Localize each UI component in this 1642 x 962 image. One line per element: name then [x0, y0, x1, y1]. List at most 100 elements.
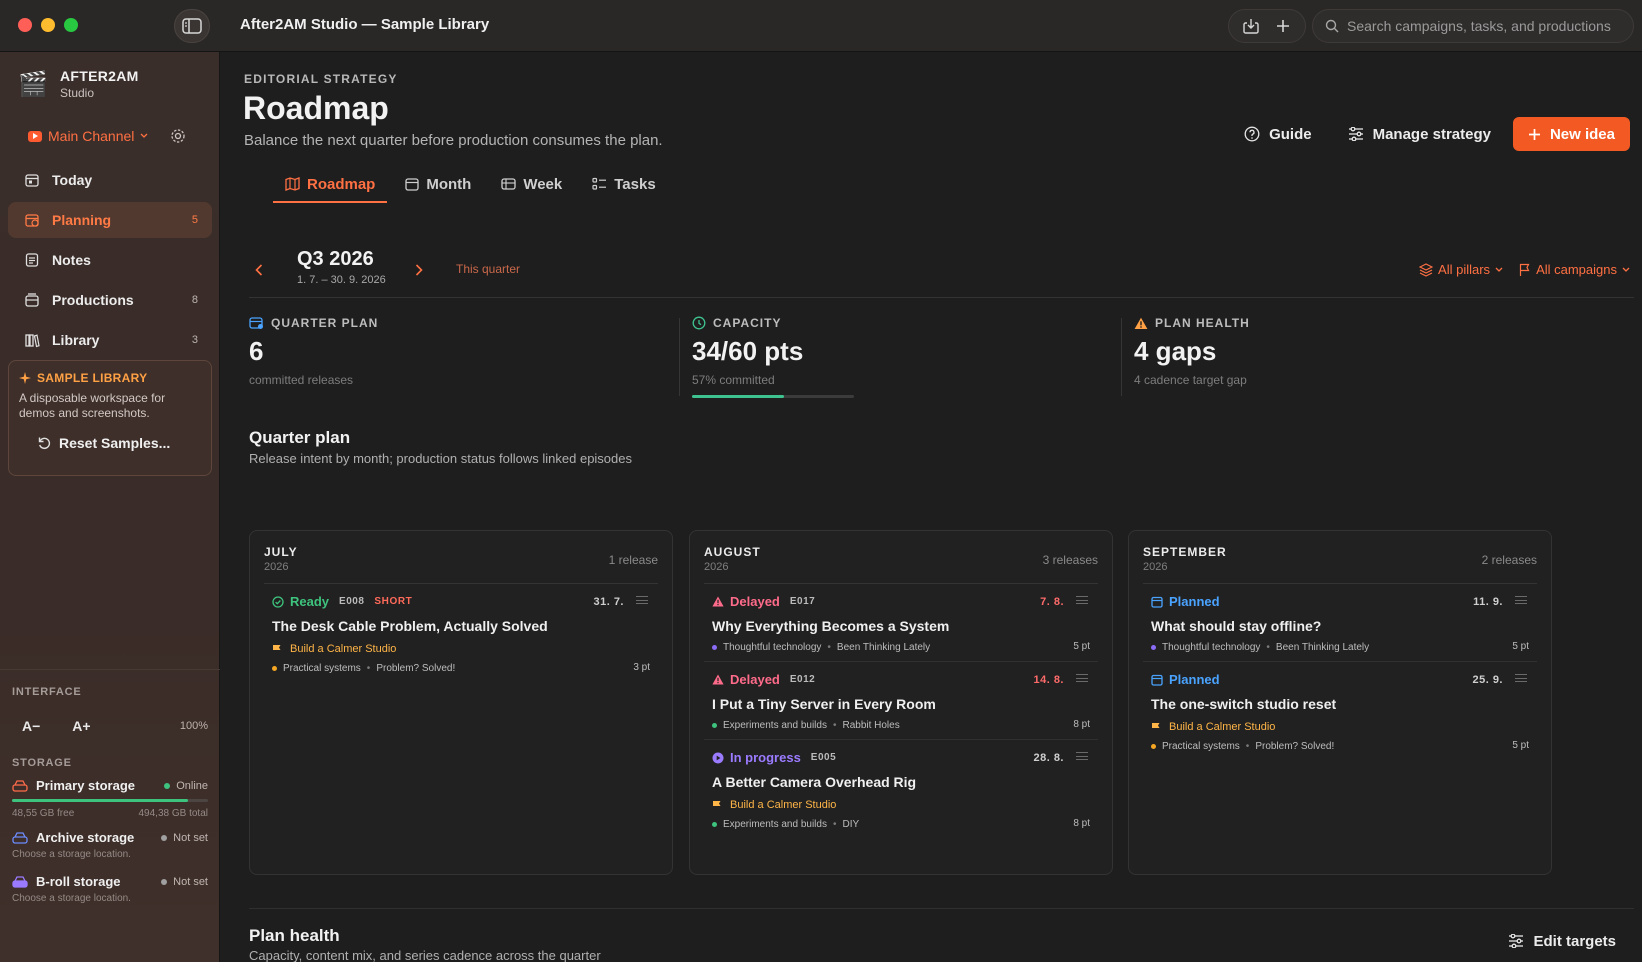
release-pillar: Practical systems [1162, 741, 1240, 752]
storage-item-primary[interactable]: Primary storage Online 48,55 GB free 494… [12, 778, 208, 819]
release-date: 11. 9. [1473, 596, 1503, 608]
import-button[interactable] [1238, 13, 1264, 39]
plus-icon [1277, 20, 1289, 32]
sidebar-item-planning[interactable]: Planning 5 [8, 202, 212, 238]
minimize-window-button[interactable] [41, 18, 55, 32]
tab-roadmap[interactable]: Roadmap [273, 167, 388, 203]
flag-icon [1519, 263, 1530, 276]
tab-tasks[interactable]: Tasks [580, 167, 667, 203]
capacity-bar [692, 395, 854, 398]
calendar-today-icon [22, 172, 42, 188]
campaigns-filter[interactable]: All campaigns [1519, 262, 1630, 277]
channel-settings-button[interactable] [170, 128, 186, 149]
sidebar-toggle-button[interactable] [174, 9, 210, 43]
release-card[interactable]: Delayed E012 14. 8. I Put a Tiny Server … [704, 662, 1098, 740]
search-field[interactable] [1312, 9, 1634, 43]
channel-selector[interactable]: Main Channel [28, 128, 148, 144]
month-year: 2026 [264, 561, 289, 573]
decrease-font-button[interactable]: A− [22, 718, 40, 734]
chevron-down-icon [1495, 267, 1503, 272]
month-release-count: 2 releases [1481, 553, 1537, 567]
release-card[interactable]: Ready E008 SHORT 31. 7. The Desk Cable P… [264, 584, 658, 682]
month-columns: JULY 2026 1 release Ready E008 SHORT 31.… [249, 530, 1634, 875]
release-pillar: Experiments and builds [723, 819, 827, 830]
drag-handle-icon[interactable] [1076, 674, 1088, 682]
page-title: Roadmap [243, 90, 389, 126]
previous-quarter-button[interactable] [255, 260, 263, 281]
zoom-window-button[interactable] [64, 18, 78, 32]
stat-value: 6 [249, 336, 264, 366]
tab-week[interactable]: Week [489, 167, 574, 203]
status-dot [164, 782, 171, 789]
calendar-stack-icon [249, 317, 263, 329]
plus-icon [1528, 128, 1540, 140]
drag-handle-icon[interactable] [636, 596, 648, 604]
release-card[interactable]: In progress E005 28. 8. A Better Camera … [704, 740, 1098, 838]
release-title: I Put a Tiny Server in Every Room [712, 696, 936, 712]
sidebar-item-productions[interactable]: Productions 8 [8, 282, 212, 318]
release-date: 25. 9. [1472, 674, 1503, 686]
storage-item-archive[interactable]: Archive storage Not set Choose a storage… [12, 830, 208, 860]
meta-separator: • [827, 642, 831, 653]
storage-item-broll[interactable]: B-roll storage Not set Choose a storage … [12, 874, 208, 904]
add-button[interactable] [1270, 13, 1296, 39]
header-actions: Guide Manage strategy New idea [1230, 117, 1630, 151]
sidebar-item-today[interactable]: Today [8, 162, 212, 198]
release-code: E005 [810, 752, 837, 763]
plan-health-title: Plan health [249, 926, 340, 945]
stat-quarter-plan: QUARTER PLAN 6 committed releases [249, 316, 378, 396]
pillars-filter-label: All pillars [1438, 262, 1491, 277]
storage-usage-bar [12, 799, 208, 802]
pillars-filter[interactable]: All pillars [1419, 262, 1503, 277]
release-title: The Desk Cable Problem, Actually Solved [272, 618, 548, 634]
release-title: Why Everything Becomes a System [712, 618, 950, 634]
release-campaign: Build a Calmer Studio [1151, 721, 1529, 733]
edit-targets-button[interactable]: Edit targets [1494, 926, 1630, 956]
release-card[interactable]: Planned 25. 9. The one-switch studio res… [1143, 662, 1537, 760]
sidebar-item-notes[interactable]: Notes [8, 242, 212, 278]
sidebar-item-count: 8 [191, 294, 198, 306]
period-name: Q3 2026 [297, 248, 374, 270]
stat-value: 4 gaps [1134, 336, 1217, 366]
close-window-button[interactable] [18, 18, 32, 32]
flag-icon [1152, 722, 1160, 733]
drag-handle-icon[interactable] [1515, 596, 1527, 604]
storage-status: Online [164, 780, 208, 792]
reset-samples-button[interactable]: Reset Samples... [37, 435, 201, 451]
tab-label: Month [426, 175, 472, 193]
drag-handle-icon[interactable] [1515, 674, 1527, 682]
pillar-dot [1151, 645, 1156, 650]
tab-label: Roadmap [307, 175, 376, 193]
sparkle-icon [19, 372, 31, 384]
drag-handle-icon[interactable] [1076, 596, 1088, 604]
drag-handle-icon[interactable] [1076, 752, 1088, 760]
page-subtitle: Balance the next quarter before producti… [244, 132, 663, 149]
next-quarter-button[interactable] [415, 260, 423, 281]
workspace-switcher[interactable]: 🎬 AFTER2AM Studio [18, 68, 139, 100]
main-content: EDITORIAL STRATEGY Roadmap Balance the n… [221, 52, 1642, 962]
flag-icon [713, 800, 721, 811]
this-quarter-button[interactable]: This quarter [456, 262, 520, 276]
release-card[interactable]: Planned 11. 9. What should stay offline?… [1143, 584, 1537, 662]
sample-library-title: SAMPLE LIBRARY [37, 371, 148, 385]
manage-strategy-button[interactable]: Manage strategy [1334, 117, 1505, 151]
stat-label: CAPACITY [713, 316, 782, 330]
release-card[interactable]: Delayed E017 7. 8. Why Everything Become… [704, 584, 1098, 662]
tab-label: Tasks [614, 175, 656, 193]
stat-divider [679, 318, 680, 396]
search-input[interactable] [1347, 18, 1627, 34]
storage-section-label: STORAGE [12, 757, 72, 769]
capacity-fill [692, 395, 785, 398]
release-date: 14. 8. [1033, 674, 1064, 686]
release-code: E008 [339, 596, 365, 607]
tab-month[interactable]: Month [393, 167, 483, 203]
release-points: 5 pt [1512, 740, 1529, 751]
notes-icon [22, 252, 42, 268]
release-status: In progress [730, 750, 801, 765]
guide-button[interactable]: Guide [1230, 117, 1326, 151]
stat-capacity: CAPACITY 34/60 pts 57% committed [692, 316, 854, 398]
release-pillar: Practical systems [283, 663, 361, 674]
sidebar-item-library[interactable]: Library 3 [8, 322, 212, 358]
increase-font-button[interactable]: A+ [72, 718, 90, 734]
new-idea-button[interactable]: New idea [1512, 117, 1630, 151]
